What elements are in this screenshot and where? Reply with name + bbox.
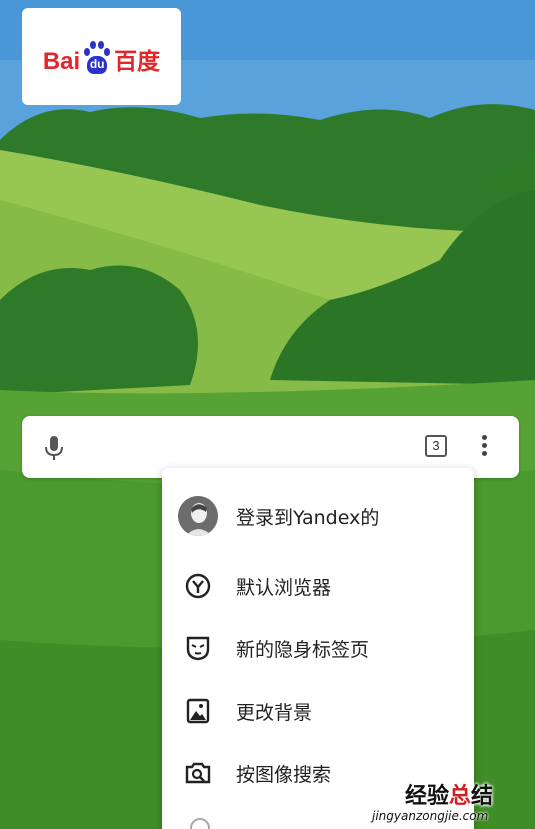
yandex-browser-icon [184,572,212,600]
menu-item-label: 登录到Yandex的 [236,506,380,529]
more-options-icon[interactable] [474,432,494,462]
baidu-logo: Bai du 百度 [43,40,160,74]
avatar-icon [178,496,218,536]
logo-chinese-text: 百度 [114,48,161,75]
paw-icon: du [82,40,112,74]
watermark-chinese: 经验总结 [405,784,494,809]
camera-search-icon [184,759,212,787]
tab-count-button[interactable]: 3 [425,435,447,457]
browser-menu: 登录到Yandex的 默认浏览器 新的隐身标签页 更改背景 按图像搜索 [162,468,474,829]
microphone-icon[interactable] [42,434,66,462]
menu-item-label: 更改背景 [236,701,313,724]
logo-paw-text: du [87,55,108,74]
menu-item-default-browser[interactable]: 默认浏览器 [162,556,474,616]
watermark: 经验总结 jingyanzongjie.com [370,778,535,829]
menu-next-item-partial [190,818,210,829]
image-icon [184,697,212,725]
menu-item-label: 按图像搜索 [236,763,332,786]
menu-item-incognito-tab[interactable]: 新的隐身标签页 [162,618,474,678]
menu-item-change-background[interactable]: 更改背景 [162,681,474,741]
menu-item-label: 默认浏览器 [236,576,332,599]
logo-latin-text: Bai [42,47,81,75]
baidu-logo-card[interactable]: Bai du 百度 [22,8,181,105]
incognito-mask-icon [184,634,212,662]
watermark-url: jingyanzongjie.com [372,809,489,823]
menu-item-login[interactable]: 登录到Yandex的 [162,486,474,546]
menu-item-label: 新的隐身标签页 [236,638,370,661]
